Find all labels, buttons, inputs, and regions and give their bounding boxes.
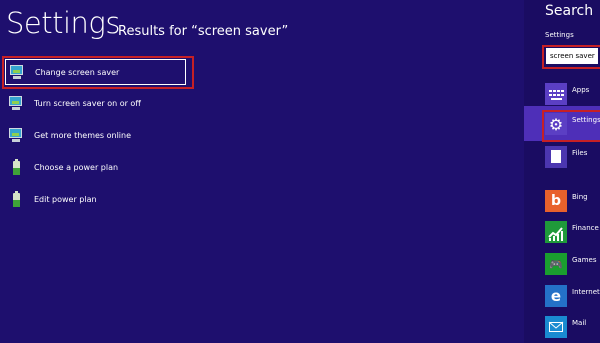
charm-item-label: Bing [572, 192, 588, 201]
charm-item-label: Internet [572, 287, 600, 296]
charm-item-label: Mail [572, 318, 587, 327]
charm-item-internet[interactable]: e Internet [545, 284, 600, 308]
internet-explorer-icon: e [545, 285, 567, 307]
charm-item-bing[interactable]: b Bing [545, 189, 600, 213]
mail-icon [545, 316, 567, 338]
result-turn-screen-saver-on-off[interactable]: Turn screen saver on or off [5, 90, 187, 116]
page-title: Settings [6, 6, 120, 40]
result-label: Get more themes online [34, 130, 132, 140]
bing-icon: b [545, 190, 567, 212]
result-label: Choose a power plan [34, 162, 119, 172]
charm-item-finance[interactable]: Finance [545, 220, 600, 244]
charm-title: Search [545, 3, 594, 19]
highlight-box-result [2, 56, 194, 89]
charm-item-label: Apps [572, 85, 590, 94]
result-choose-power-plan[interactable]: Choose a power plan [5, 154, 187, 180]
result-label: Edit power plan [34, 194, 97, 204]
search-scope-label: Settings [545, 31, 574, 39]
charm-item-mail[interactable]: Mail [545, 315, 600, 339]
charm-item-label: Finance [572, 223, 599, 232]
result-get-more-themes[interactable]: Get more themes online [5, 122, 187, 148]
results-caption: Results for “screen saver” [118, 24, 289, 39]
document-icon [545, 146, 567, 168]
screen-saver-icon [8, 95, 25, 112]
charm-item-games[interactable]: 🎮 Games [545, 252, 600, 276]
charm-item-label: Games [572, 255, 597, 264]
result-edit-power-plan[interactable]: Edit power plan [5, 186, 187, 212]
screen-saver-icon [8, 127, 25, 144]
battery-icon [8, 190, 25, 208]
charm-item-label: Files [572, 148, 588, 157]
charm-item-apps[interactable]: Apps [545, 82, 600, 106]
highlight-box-search [542, 45, 600, 69]
keyboard-icon [545, 83, 567, 105]
finance-icon [545, 221, 567, 243]
charm-item-files[interactable]: Files [545, 145, 600, 169]
result-label: Turn screen saver on or off [34, 98, 141, 108]
battery-icon [8, 158, 25, 176]
games-icon: 🎮 [545, 253, 567, 275]
highlight-box-settings [542, 110, 600, 142]
